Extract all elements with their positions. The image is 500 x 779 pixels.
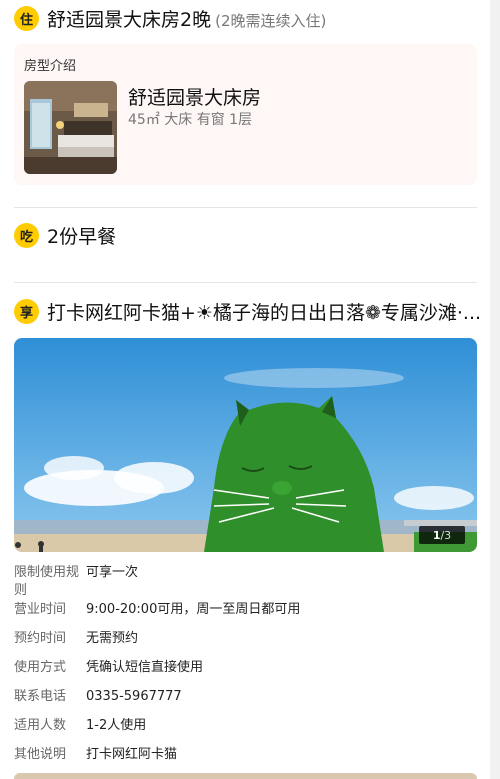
phone-number-link[interactable]: 0335-5967777 — [86, 688, 182, 706]
detail-row-other: 其他说明 打卡网红阿卡猫 — [14, 746, 177, 764]
detail-label: 适用人数 — [14, 718, 67, 733]
stay-title: 舒适园景大床房2晚 (2晚需连续入住) — [47, 5, 326, 32]
detail-value: 可享一次 — [86, 565, 139, 580]
detail-label: 联系电话 — [14, 689, 67, 704]
eat-badge: 吃 — [14, 223, 39, 248]
detail-row-phone: 联系电话 0335-5967777 — [14, 688, 182, 706]
photo-counter: 1/3 — [419, 526, 465, 544]
next-photo-preview — [14, 773, 477, 779]
photo-counter-current: 1 — [432, 528, 441, 542]
stay-subtitle: (2晚需连续入住) — [215, 12, 327, 30]
detail-label: 限制使用规则 — [14, 565, 80, 598]
enjoy-title: 打卡网红阿卡猫+☀橘子海的日出日落❁专属沙滩·... — [47, 302, 482, 324]
room-name: 舒适园景大床房 — [128, 87, 262, 109]
detail-row-booking: 预约时间 无需预约 — [14, 630, 138, 648]
detail-row-usage: 限制使用规则 可享一次 — [14, 564, 138, 600]
enjoy-badge: 享 — [14, 299, 39, 324]
detail-row-method: 使用方式 凭确认短信直接使用 — [14, 659, 203, 677]
detail-label: 营业时间 — [14, 602, 67, 617]
detail-label: 预约时间 — [14, 631, 67, 646]
detail-row-people: 适用人数 1-2人使用 — [14, 717, 146, 735]
divider — [14, 282, 477, 283]
room-card[interactable]: 房型介绍 舒适园景大床房 45㎡ 大床 有窗 1层 — [14, 44, 477, 185]
detail-row-hours: 营业时间 9:00-20:00可用，周一至周日都可用 — [14, 601, 300, 619]
detail-value: 9:00-20:00可用，周一至周日都可用 — [86, 602, 301, 617]
room-card-label: 房型介绍 — [24, 59, 77, 74]
detail-label: 其他说明 — [14, 747, 67, 762]
room-photo-image — [24, 81, 117, 174]
scrollbar[interactable] — [490, 0, 500, 779]
detail-value: 凭确认短信直接使用 — [86, 660, 204, 675]
eat-title: 2份早餐 — [47, 226, 117, 248]
stay-title-text: 舒适园景大床房2晚 — [47, 9, 212, 31]
stay-header: 住 舒适园景大床房2晚 (2晚需连续入住) — [14, 5, 326, 32]
room-photo[interactable] — [24, 81, 117, 174]
enjoy-header: 享 打卡网红阿卡猫+☀橘子海的日出日落❁专属沙滩·... — [14, 298, 481, 325]
photo-counter-total: /3 — [440, 528, 452, 542]
detail-value: 1-2人使用 — [86, 718, 147, 733]
eat-header: 吃 2份早餐 — [14, 222, 116, 249]
detail-label: 使用方式 — [14, 660, 67, 675]
activity-photo-carousel[interactable]: 1/3 — [14, 338, 477, 552]
divider — [14, 207, 477, 208]
activity-photo-image — [14, 338, 477, 552]
room-specs: 45㎡ 大床 有窗 1层 — [128, 112, 253, 128]
detail-value: 打卡网红阿卡猫 — [86, 747, 178, 762]
detail-value: 无需预约 — [86, 631, 139, 646]
stay-badge: 住 — [14, 6, 39, 31]
